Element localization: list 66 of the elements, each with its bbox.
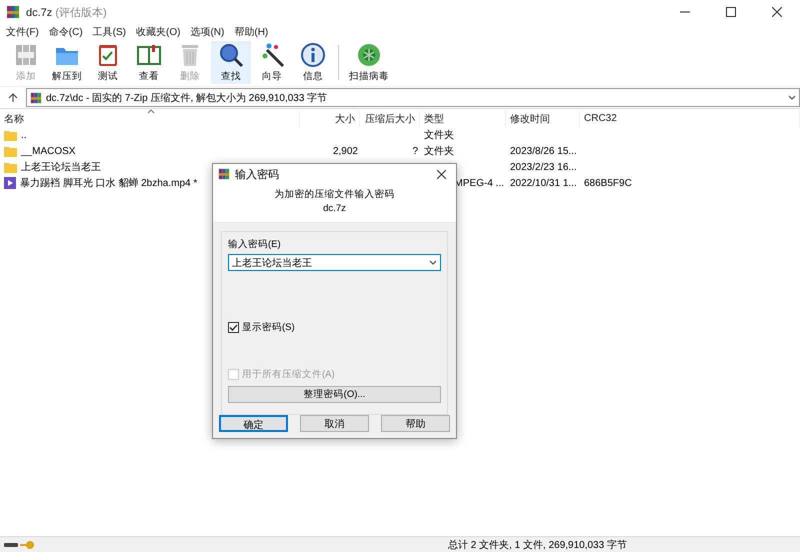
table-cell: 2,902: [332, 146, 358, 156]
table-cell: ?: [412, 146, 418, 156]
dialog-heading: 为加密的压缩文件输入密码: [274, 188, 394, 201]
sort-caret-icon: [147, 109, 155, 114]
app-icon: [218, 168, 230, 180]
table-cell-text: 文件夹: [424, 128, 454, 142]
toolbar-button[interactable]: 测试: [88, 41, 128, 84]
menu-item[interactable]: 选项(N): [190, 24, 224, 38]
column-header[interactable]: 名称: [0, 110, 300, 127]
column-header[interactable]: 类型: [420, 110, 506, 127]
checkbox-label: 用于所有压缩文件(A): [242, 368, 335, 381]
file-name[interactable]: __MACOSX: [21, 146, 76, 156]
toolbar-button[interactable]: 解压到: [47, 41, 87, 84]
drive-icon: [4, 540, 18, 548]
column-header[interactable]: 修改时间: [506, 110, 580, 127]
folder-icon: [4, 162, 17, 172]
menu-item[interactable]: 帮助(H): [234, 24, 268, 38]
table-cell-text: 文件夹: [424, 144, 454, 158]
toolbar-button[interactable]: 查看: [129, 41, 169, 84]
table-cell: 2022/10/31 1...: [510, 178, 577, 188]
toolbar-button[interactable]: 向导: [252, 41, 292, 84]
checkbox[interactable]: [228, 322, 239, 333]
close-icon: [436, 170, 446, 178]
menu-item[interactable]: 工具(S): [92, 24, 126, 38]
field-label: 输入密码(E): [228, 238, 282, 251]
folder-icon: [4, 130, 17, 140]
chevron-down-icon[interactable]: [429, 260, 437, 266]
books-icon: [13, 42, 39, 68]
column-header[interactable]: CRC32: [580, 110, 800, 127]
dialog-title: 输入密码: [235, 168, 279, 182]
search-icon: [218, 42, 244, 68]
address-field[interactable]: dc.7z\dc - 固实的 7-Zip 压缩文件, 解包大小为 269,910,033 字节: [26, 88, 800, 107]
menu-item[interactable]: 收藏夹(O): [136, 24, 180, 38]
folder-icon: [4, 146, 17, 156]
toolbar-button[interactable]: 扫描病毒: [343, 41, 395, 84]
password-field[interactable]: 上老王论坛当老王: [228, 254, 441, 271]
file-name[interactable]: ..: [21, 130, 27, 140]
chevron-down-icon[interactable]: [788, 94, 796, 100]
column-header[interactable]: 大小: [300, 110, 360, 127]
column-header[interactable]: 压缩后大小: [360, 110, 420, 127]
up-arrow-icon[interactable]: [8, 92, 18, 102]
close-icon: [772, 7, 782, 17]
maximize-icon: [726, 7, 736, 17]
dialog-button[interactable]: 确定: [219, 415, 288, 432]
status-text: 总计 2 文件夹, 1 文件, 269,910,033 字节: [448, 538, 627, 552]
video-file-icon: [4, 177, 16, 189]
organize-passwords-button[interactable]: 整理密码(O)...: [228, 386, 441, 403]
menu-item[interactable]: 命令(C): [48, 24, 83, 38]
toolbar-button[interactable]: 信息: [293, 41, 333, 84]
table-cell: 2023/8/26 15...: [510, 146, 577, 156]
app-icon: [6, 5, 20, 19]
file-name[interactable]: 上老王论坛当老王: [21, 160, 101, 174]
toolbar-button[interactable]: 查找: [211, 41, 251, 84]
dialog-button[interactable]: 取消: [300, 415, 369, 432]
table-cell: 686B5F9C: [584, 178, 632, 188]
dialog-button[interactable]: 帮助: [381, 415, 450, 432]
table-cell: 2023/2/23 16...: [510, 162, 577, 172]
window-title: dc.7z (评估版本): [26, 6, 107, 20]
info-icon: [300, 42, 326, 68]
archive-name: dc.7z: [323, 203, 346, 214]
file-name[interactable]: 暴力踢裆 脚耳光 口水 貂蝉 2bzha.mp4 *: [20, 176, 198, 190]
checkbox-label: 显示密码(S): [242, 321, 295, 334]
archive-icon: [30, 92, 42, 104]
key-icon: [20, 540, 34, 550]
book-icon: [136, 42, 162, 68]
menu-item[interactable]: 文件(F): [6, 24, 39, 38]
